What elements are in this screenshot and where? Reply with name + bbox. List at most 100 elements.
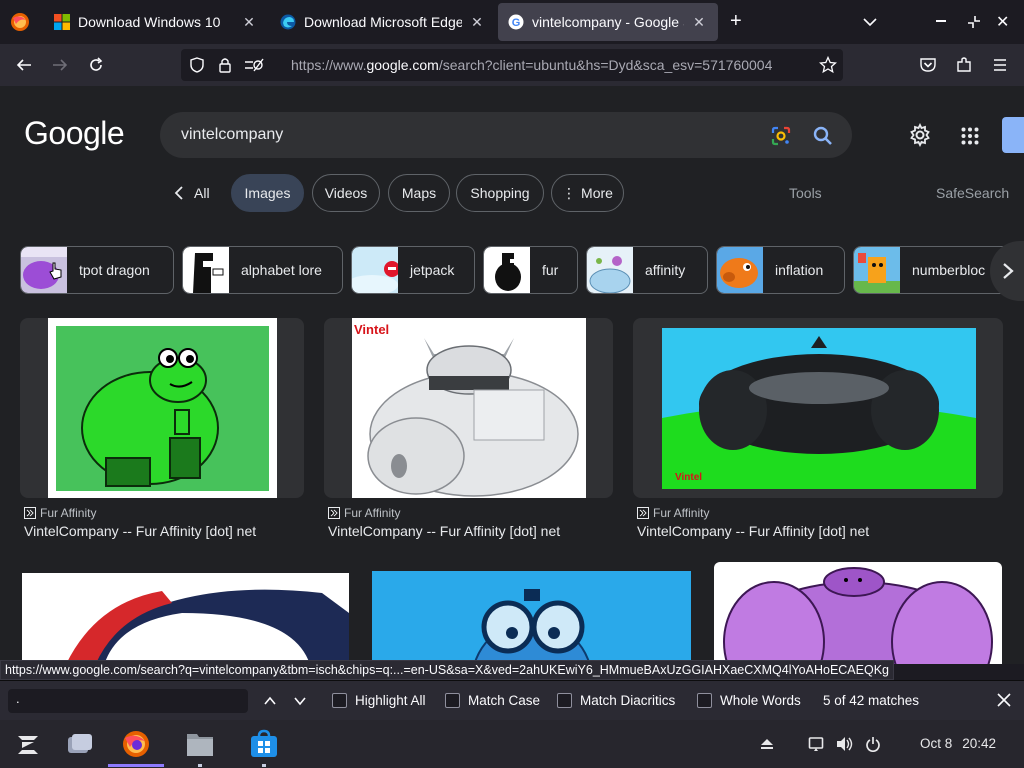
url-domain: google.com <box>366 57 439 73</box>
search-box[interactable]: vintelcompany <box>160 112 852 158</box>
result-image-1[interactable] <box>20 318 304 498</box>
tab-maps[interactable]: Maps <box>388 174 450 212</box>
new-tab-button[interactable]: + <box>730 10 742 33</box>
reload-icon[interactable] <box>84 53 108 77</box>
result-source[interactable]: Fur Affinity <box>637 506 709 520</box>
forward-icon[interactable] <box>48 53 72 77</box>
tab-shopping[interactable]: Shopping <box>456 174 544 212</box>
tab-download-windows[interactable]: Download Windows 10 ✕ <box>44 3 268 41</box>
chip-label: alphabet lore <box>241 262 322 278</box>
clock-time: 20:42 <box>962 736 997 751</box>
match-case-checkbox[interactable]: Match Case <box>445 693 540 708</box>
safesearch-button[interactable]: SafeSearch <box>936 185 1009 201</box>
url-bar[interactable]: https://www.google.com/search?client=ubu… <box>181 49 843 81</box>
permissions-icon[interactable] <box>243 57 265 73</box>
firefox-menu-icon[interactable] <box>10 12 30 32</box>
highlight-all-checkbox[interactable]: Highlight All <box>332 693 426 708</box>
tray-volume-icon[interactable] <box>836 736 854 752</box>
more-label: More <box>581 185 613 201</box>
clock[interactable]: Oct 8 20:42 <box>920 736 996 751</box>
result-source-label: Fur Affinity <box>653 506 710 520</box>
chip-tpot-dragon[interactable]: tpot dragon <box>20 246 174 294</box>
running-indicator <box>198 764 202 767</box>
chip-numberblocks[interactable]: numberbloc <box>853 246 1013 294</box>
result-source[interactable]: Fur Affinity <box>328 506 400 520</box>
tab-google-search[interactable]: G vintelcompany - Google Se ✕ <box>498 3 718 41</box>
list-tabs-chevron-icon[interactable] <box>862 14 878 30</box>
result-source[interactable]: Fur Affinity <box>24 506 96 520</box>
chip-label: jetpack <box>410 262 455 278</box>
all-link[interactable]: All <box>174 185 210 201</box>
url-text[interactable]: https://www.google.com/search?client=ubu… <box>291 57 817 73</box>
find-previous-icon[interactable] <box>262 693 278 709</box>
taskbar: Oct 8 20:42 <box>0 720 1024 768</box>
match-diacritics-checkbox[interactable]: Match Diacritics <box>557 693 675 708</box>
chip-inflation[interactable]: inflation <box>716 246 845 294</box>
find-input[interactable]: . <box>8 689 248 713</box>
checkbox-label: Whole Words <box>720 693 801 708</box>
result-image-5[interactable] <box>372 571 691 664</box>
find-bar: . Highlight All Match Case Match Diacrit… <box>0 680 1024 720</box>
result-title[interactable]: VintelCompany -- Fur Affinity [dot] net <box>24 523 256 539</box>
tab-more[interactable]: ⋮ More <box>551 174 624 212</box>
google-logo[interactable]: Google <box>24 115 125 152</box>
result-image-6[interactable] <box>714 562 1002 664</box>
firefox-taskbar-icon[interactable] <box>120 728 152 760</box>
close-tab-icon[interactable]: ✕ <box>690 14 708 31</box>
tab-bar: Download Windows 10 ✕ Download Microsoft… <box>0 0 1024 44</box>
pocket-icon[interactable] <box>916 53 940 77</box>
close-find-bar-icon[interactable] <box>996 692 1012 708</box>
chip-thumbnail <box>854 247 900 293</box>
tab-videos[interactable]: Videos <box>312 174 380 212</box>
files-icon[interactable] <box>184 728 216 760</box>
tray-display-icon[interactable] <box>808 736 824 752</box>
zorin-menu-icon[interactable] <box>12 728 44 760</box>
checkbox-box <box>557 693 572 708</box>
result-image-4[interactable] <box>22 573 349 664</box>
checkbox-label: Match Case <box>468 693 541 708</box>
extensions-icon[interactable] <box>952 53 976 77</box>
tools-button[interactable]: Tools <box>789 185 822 201</box>
software-store-icon[interactable] <box>248 728 280 760</box>
close-window-icon[interactable]: ✕ <box>996 12 1009 32</box>
result-title[interactable]: VintelCompany -- Fur Affinity [dot] net <box>637 523 869 539</box>
search-icon[interactable] <box>812 125 834 147</box>
tray-power-icon[interactable] <box>865 736 881 752</box>
google-apps-grid-icon[interactable] <box>961 127 979 145</box>
more-vert-icon: ⋮ <box>562 184 577 201</box>
restore-icon[interactable] <box>966 14 982 30</box>
tab-title: vintelcompany - Google Se <box>532 14 684 30</box>
tab-download-edge[interactable]: Download Microsoft Edge ✕ <box>270 3 496 41</box>
checkbox-box <box>332 693 347 708</box>
chip-alphabet-lore[interactable]: alphabet lore <box>182 246 343 294</box>
chip-label: fur <box>542 262 559 278</box>
result-image-2[interactable]: Vintel <box>324 318 613 498</box>
shield-icon[interactable] <box>189 57 205 73</box>
chip-jetpack[interactable]: jetpack <box>351 246 475 294</box>
workspaces-icon[interactable] <box>64 728 96 760</box>
settings-gear-icon[interactable] <box>908 123 932 147</box>
result-image-3[interactable]: Vintel <box>633 318 1003 498</box>
tray-eject-icon[interactable] <box>760 737 774 751</box>
whole-words-checkbox[interactable]: Whole Words <box>697 693 801 708</box>
google-lens-icon[interactable] <box>770 125 792 147</box>
minimize-icon[interactable] <box>936 20 946 22</box>
chip-fur[interactable]: fur <box>483 246 578 294</box>
result-title[interactable]: VintelCompany -- Fur Affinity [dot] net <box>328 523 560 539</box>
clock-date: Oct 8 <box>920 736 953 751</box>
close-tab-icon[interactable]: ✕ <box>468 14 486 31</box>
bookmark-star-icon[interactable] <box>819 56 837 74</box>
lock-icon[interactable] <box>217 57 233 73</box>
url-prefix: https://www. <box>291 57 367 73</box>
image-watermark-text: Vintel <box>675 472 702 483</box>
checkbox-box <box>697 693 712 708</box>
search-input[interactable]: vintelcompany <box>181 126 283 144</box>
active-app-indicator <box>108 764 164 767</box>
sign-in-button[interactable] <box>1002 117 1024 153</box>
hamburger-menu-icon[interactable] <box>988 53 1012 77</box>
find-next-icon[interactable] <box>292 693 308 709</box>
tab-images[interactable]: Images <box>231 174 304 212</box>
close-tab-icon[interactable]: ✕ <box>240 14 258 31</box>
back-icon[interactable] <box>12 53 36 77</box>
chip-affinity[interactable]: affinity <box>586 246 708 294</box>
